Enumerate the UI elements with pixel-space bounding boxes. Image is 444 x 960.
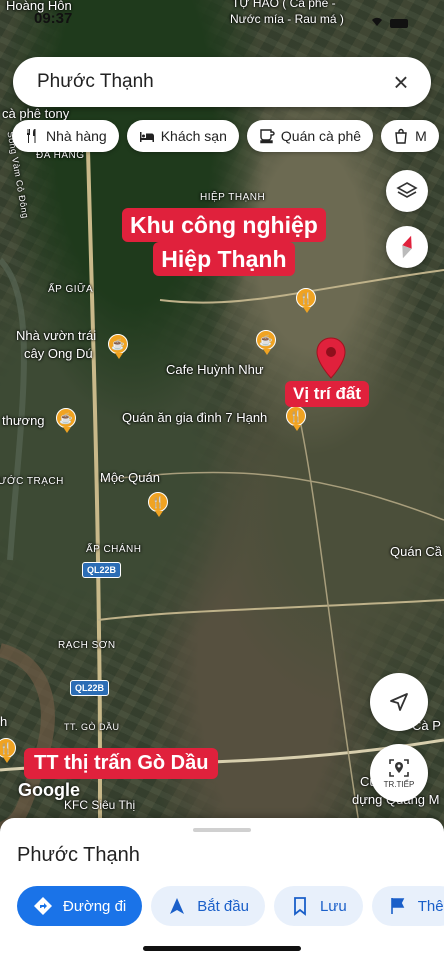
layers-icon	[396, 182, 418, 198]
callout-text: Hiệp Thạnh	[153, 242, 295, 276]
street-view-label: TR.TIẾP	[383, 780, 415, 789]
road-badge: QL22B	[70, 680, 110, 696]
place-label: h	[0, 714, 8, 729]
navigation-arrow-icon	[390, 693, 408, 711]
search-bar[interactable]: Phước Thạnh ×	[13, 57, 431, 107]
battery-icon	[390, 18, 408, 28]
category-chips: Nhà hàng Khách sạn Quán cà phê M	[12, 120, 439, 152]
place-label: Quán ăn gia đình 7 Hạnh	[122, 410, 268, 425]
google-logo: Google	[18, 780, 80, 800]
coffee-icon	[260, 129, 275, 144]
place-label: Nước mía - Rau má )	[230, 12, 344, 26]
chip-coffee[interactable]: Quán cà phê	[246, 120, 374, 152]
location-pin-icon[interactable]	[316, 337, 346, 379]
action-label: Bắt đầu	[197, 897, 249, 915]
compass-button[interactable]	[386, 226, 428, 268]
action-label: Lưu	[319, 897, 347, 915]
restaurant-icon	[27, 129, 36, 143]
place-label: Cafe Huỳnh Như	[166, 362, 264, 377]
save-button[interactable]: Lưu	[273, 886, 363, 926]
search-input[interactable]: Phước Thạnh	[37, 71, 389, 93]
navigate-icon	[170, 898, 185, 914]
restaurant-poi-icon[interactable]: 🍴	[148, 492, 168, 517]
road-badge: QL22B	[82, 562, 122, 578]
action-label: Thê	[417, 897, 444, 915]
place-label: Mộc Quán	[100, 470, 160, 485]
chip-label: Quán cà phê	[280, 128, 362, 144]
place-label: ẤP CHÁNH	[86, 544, 142, 555]
street-view-button[interactable]: TR.TIẾP	[370, 744, 428, 802]
restaurant-poi-icon[interactable]: 🍴	[286, 406, 306, 431]
callout-town: TT thị trấn Gò Dầu	[24, 748, 219, 779]
place-label: RẠCH SƠN	[58, 640, 116, 651]
shopping-bag-icon	[395, 128, 407, 144]
close-icon[interactable]: ×	[389, 67, 413, 98]
coffee-poi-icon[interactable]: ☕	[256, 330, 276, 355]
place-label: cà phê tony	[2, 106, 70, 121]
callout-land-location: Vị trí đất	[285, 381, 370, 407]
place-label: TT. GÒ DẦU	[64, 722, 120, 732]
callout-industrial-zone: Khu công nghiệp Hiệp Thạnh	[114, 206, 334, 278]
place-label: HIỆP THẠNH	[200, 192, 266, 203]
action-label: Đường đi	[63, 897, 127, 915]
street-view-icon	[389, 759, 409, 777]
chip-hotels[interactable]: Khách sạn	[126, 120, 239, 152]
place-label: TỰ HÀO ( Cà phê -	[232, 0, 336, 10]
chip-label: Khách sạn	[160, 128, 227, 144]
flag-icon	[390, 898, 404, 914]
layers-button[interactable]	[386, 170, 428, 212]
place-label: Nhà vườn trái	[16, 328, 97, 343]
drag-handle[interactable]	[193, 828, 251, 832]
callout-text: Khu công nghiệp	[122, 208, 326, 242]
place-title: Phước Thạnh	[17, 844, 140, 866]
directions-icon	[34, 897, 52, 915]
chip-restaurants[interactable]: Nhà hàng	[12, 120, 119, 152]
chip-label: M	[415, 128, 427, 144]
status-icons	[370, 14, 408, 32]
wifi-icon	[370, 14, 384, 32]
add-label-button[interactable]: Thê	[371, 886, 444, 926]
place-bottom-sheet[interactable]: Phước Thạnh Đường đi Bắt đầu Lưu Thê	[0, 818, 444, 960]
start-button[interactable]: Bắt đầu	[151, 886, 265, 926]
chip-shopping[interactable]: M	[381, 120, 439, 152]
chip-label: Nhà hàng	[46, 128, 107, 144]
home-indicator	[143, 946, 301, 951]
place-label: ẤP GIỮA	[48, 284, 94, 295]
place-label: ƯỚC TRẠCH	[0, 476, 64, 487]
hotel-icon	[139, 132, 154, 142]
compass-icon	[402, 235, 412, 259]
restaurant-poi-icon[interactable]: 🍴	[296, 288, 316, 313]
directions-button[interactable]: Đường đi	[17, 886, 143, 926]
place-label: cây Ong Dú	[24, 346, 93, 361]
bookmark-icon	[294, 897, 306, 916]
my-location-button[interactable]	[370, 673, 428, 731]
coffee-poi-icon[interactable]: ☕	[56, 408, 76, 433]
coffee-poi-icon[interactable]: ☕	[108, 334, 128, 359]
place-label: Hoàng Hôn	[6, 0, 72, 13]
place-label: Quán Cầ	[390, 544, 443, 559]
place-label: thương	[2, 413, 45, 428]
action-row: Đường đi Bắt đầu Lưu Thê	[17, 886, 444, 926]
